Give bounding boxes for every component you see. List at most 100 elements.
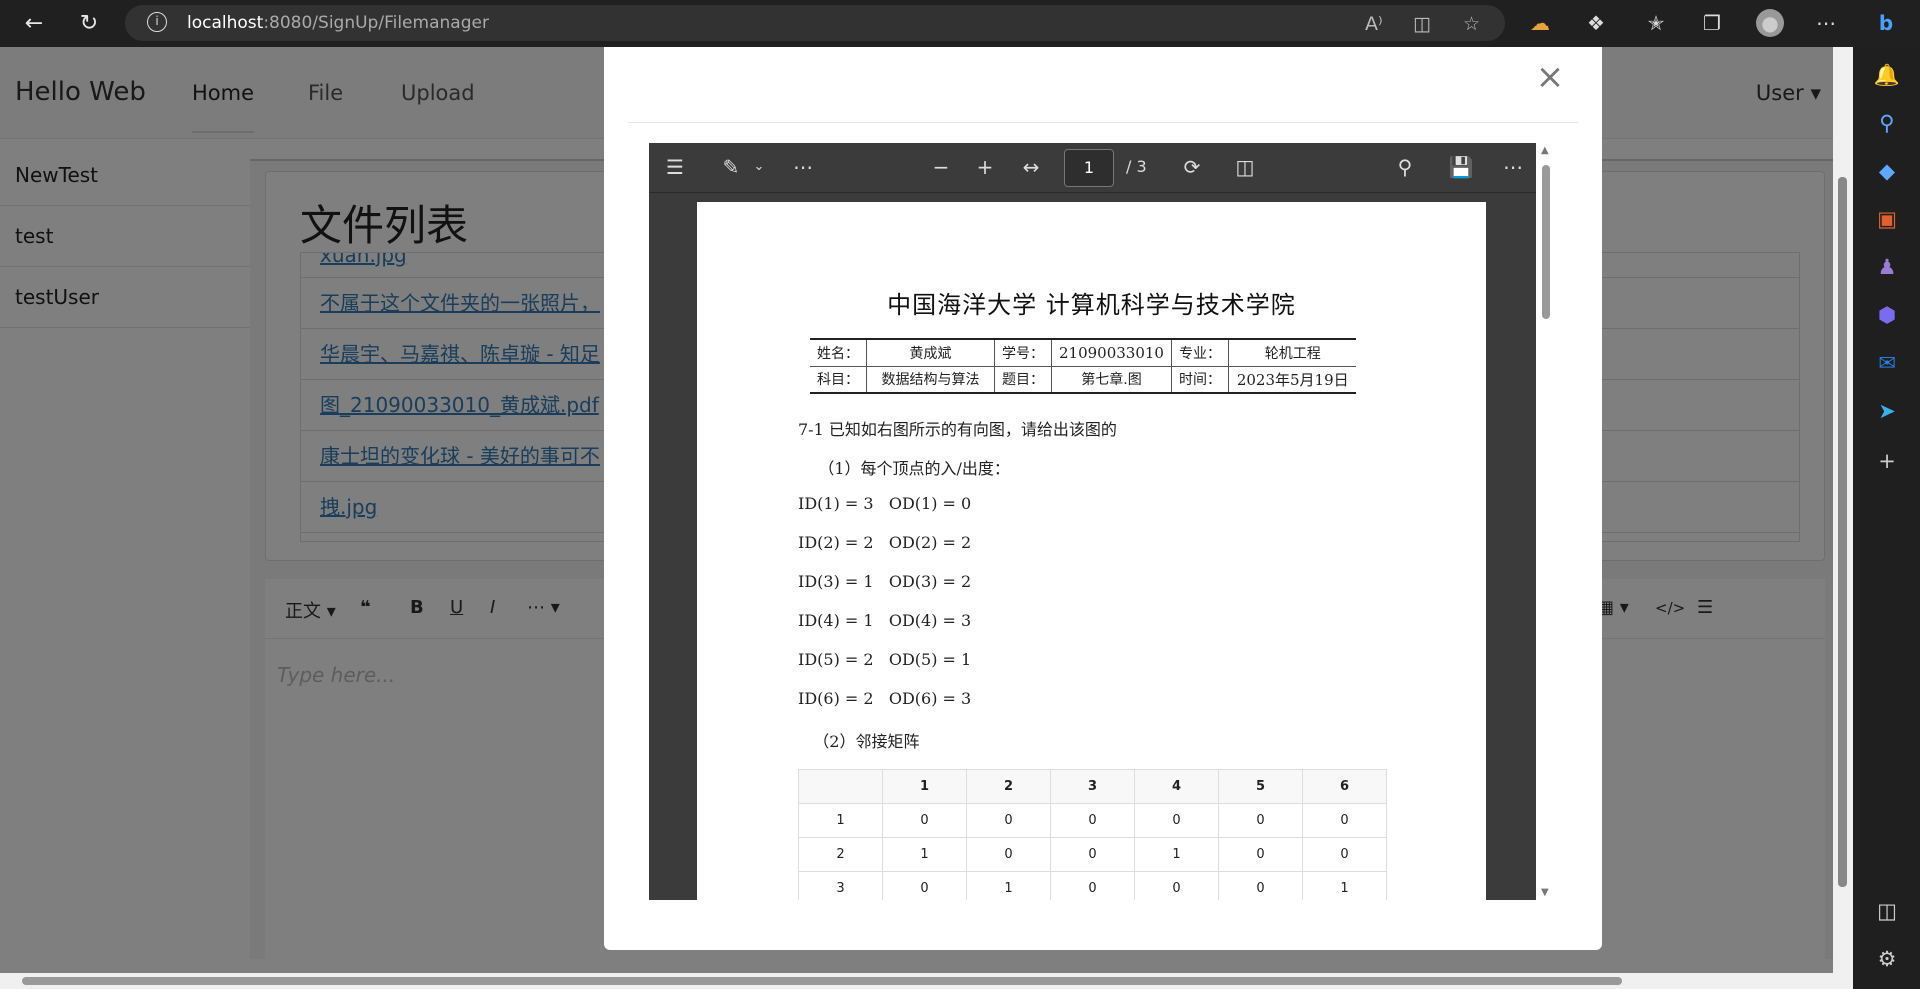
search-icon[interactable]: ⚲	[1873, 109, 1901, 137]
bing-icon[interactable]: b	[1872, 9, 1900, 37]
scroll-down-icon[interactable]: ▼	[1541, 887, 1549, 898]
close-icon[interactable]: ×	[1532, 57, 1568, 97]
page-view-icon[interactable]: ◫	[1231, 155, 1259, 179]
question-text: 7-1 已知如右图所示的有向图，请给出该图的	[798, 420, 1117, 439]
profile-icon[interactable]: ●	[1756, 9, 1784, 37]
matrix-cell: 0	[1218, 803, 1303, 838]
shopping-tag-icon[interactable]: ◆	[1873, 157, 1901, 185]
favorites-icon[interactable]: ✭	[1642, 9, 1670, 37]
degree-line: ID(5) = 2 OD(5) = 1	[798, 650, 972, 669]
refresh-icon[interactable]: ↻	[73, 8, 105, 40]
rotate-icon[interactable]: ⟳	[1178, 155, 1206, 179]
settings-icon[interactable]: ⚙	[1873, 945, 1901, 973]
zoom-out-icon[interactable]: −	[927, 155, 955, 179]
highlight-icon[interactable]: ✎	[717, 155, 745, 179]
zoom-in-icon[interactable]: +	[971, 155, 999, 179]
edge-sidebar: 🔔 ⚲ ◆ ▣ ♟ ⬢ ✉ ➤ + ◫ ⚙	[1853, 47, 1920, 989]
page-number-input[interactable]: 1	[1064, 149, 1114, 187]
matrix-header-cell	[798, 769, 883, 804]
degree-line: ID(1) = 3 OD(1) = 0	[798, 494, 972, 513]
info-label: 科目：	[810, 366, 867, 394]
info-value: 2023年5月19日	[1227, 366, 1357, 394]
matrix-header-cell: 6	[1302, 769, 1387, 804]
copilot-icon[interactable]: ⬢	[1873, 301, 1901, 329]
matrix-cell: 0	[966, 803, 1051, 838]
favorite-icon[interactable]: ☆	[1463, 13, 1480, 35]
outlook-icon[interactable]: ✉	[1873, 349, 1901, 377]
info-value: 第七章.图	[1051, 366, 1172, 394]
pdf-scrollbar-thumb[interactable]	[1542, 165, 1550, 319]
matrix-cell: 3	[798, 871, 883, 900]
info-value: 黄成斌	[866, 339, 995, 367]
matrix-header-cell: 1	[882, 769, 967, 804]
matrix-cell: 1	[966, 871, 1051, 900]
browser-toolbar: ← ↻ i localhost:8080/SignUp/Filemanager …	[0, 0, 1920, 47]
info-value: 数据结构与算法	[866, 366, 995, 394]
adjacency-matrix: 1 2 3 4 5 6 1 0 0 0 0 0 0 2 1 0 0 1 0 0 …	[798, 769, 1387, 900]
matrix-cell: 1	[798, 803, 883, 838]
document-title: 中国海洋大学 计算机科学与技术学院	[887, 291, 1296, 319]
matrix-cell: 0	[1134, 803, 1219, 838]
read-aloud-icon[interactable]: A⁾	[1365, 13, 1383, 35]
info-label: 题目：	[994, 366, 1052, 394]
degree-line: ID(2) = 2 OD(2) = 2	[798, 533, 972, 552]
send-icon[interactable]: ➤	[1873, 397, 1901, 425]
back-icon[interactable]: ←	[18, 8, 50, 40]
matrix-cell: 0	[1050, 803, 1135, 838]
scroll-up-icon[interactable]: ▲	[1541, 145, 1549, 156]
degree-line: ID(3) = 1 OD(3) = 2	[798, 572, 972, 591]
matrix-cell: 0	[1218, 837, 1303, 872]
more-options-icon[interactable]: ⋯	[789, 155, 817, 179]
add-icon[interactable]: +	[1873, 447, 1901, 475]
page-scrollbar-thumb[interactable]	[1838, 177, 1847, 887]
url-text[interactable]: localhost:8080/SignUp/Filemanager	[187, 13, 489, 33]
contents-icon[interactable]: ☰	[661, 155, 689, 179]
matrix-cell: 0	[966, 837, 1051, 872]
info-icon[interactable]: i	[147, 12, 167, 32]
games-icon[interactable]: ♟	[1873, 253, 1901, 281]
info-label: 时间：	[1170, 366, 1229, 394]
more-icon[interactable]: ⋯	[1499, 155, 1527, 179]
matrix-cell: 0	[1302, 803, 1387, 838]
pdf-scrollbar[interactable]: ▲ ▼	[1539, 143, 1553, 900]
info-label: 专业：	[1170, 339, 1229, 367]
matrix-cell: 0	[1218, 871, 1303, 900]
sidebar-toggle-icon[interactable]: ◫	[1873, 897, 1901, 925]
subquestion-text: （2）邻接矩阵	[798, 732, 920, 751]
matrix-cell: 0	[1302, 837, 1387, 872]
bell-icon[interactable]: 🔔	[1873, 61, 1901, 89]
matrix-row: 3 0 1 0 0 0 1	[798, 871, 1387, 900]
horizontal-scrollbar[interactable]	[0, 973, 1853, 989]
info-value: 轮机工程	[1227, 339, 1357, 367]
horizontal-scrollbar-thumb[interactable]	[22, 977, 1622, 985]
split-screen-icon[interactable]: ◫	[1413, 13, 1431, 35]
matrix-cell: 1	[882, 837, 967, 872]
more-icon[interactable]: ⋯	[1812, 9, 1840, 37]
info-label: 姓名：	[810, 339, 867, 367]
page-scrollbar[interactable]	[1833, 47, 1853, 976]
search-icon[interactable]: ⚲	[1391, 155, 1419, 179]
matrix-cell: 1	[1134, 837, 1219, 872]
info-value: 21090033010	[1051, 339, 1172, 367]
matrix-cell: 1	[1302, 871, 1387, 900]
pdf-modal: × ☰ ✎ ⌄ ⋯ − + ↔ 1 / 3 ⟳ ◫ ⚲ 💾 ⋯ 中国海洋大学 计…	[604, 47, 1602, 950]
matrix-cell: 0	[1134, 871, 1219, 900]
matrix-header-cell: 4	[1134, 769, 1219, 804]
modal-divider	[628, 122, 1578, 123]
save-icon[interactable]: 💾	[1447, 155, 1475, 179]
pdf-page: 中国海洋大学 计算机科学与技术学院 姓名： 黄成斌 学号： 2109003301…	[697, 202, 1486, 900]
matrix-cell: 0	[1050, 837, 1135, 872]
matrix-header-cell: 3	[1050, 769, 1135, 804]
chevron-down-icon[interactable]: ⌄	[745, 159, 773, 174]
fit-width-icon[interactable]: ↔	[1017, 155, 1045, 179]
address-bar[interactable]: i localhost:8080/SignUp/Filemanager A⁾ ◫…	[125, 5, 1505, 41]
extension-icon[interactable]: ☁	[1526, 9, 1554, 37]
extensions-icon[interactable]: ❖	[1582, 9, 1610, 37]
collections-icon[interactable]: ❐	[1698, 9, 1726, 37]
matrix-header-cell: 5	[1218, 769, 1303, 804]
matrix-cell: 0	[882, 871, 967, 900]
page-total: / 3	[1126, 157, 1147, 176]
matrix-row: 2 1 0 0 1 0 0	[798, 837, 1387, 872]
matrix-cell: 0	[882, 803, 967, 838]
tools-icon[interactable]: ▣	[1873, 205, 1901, 233]
